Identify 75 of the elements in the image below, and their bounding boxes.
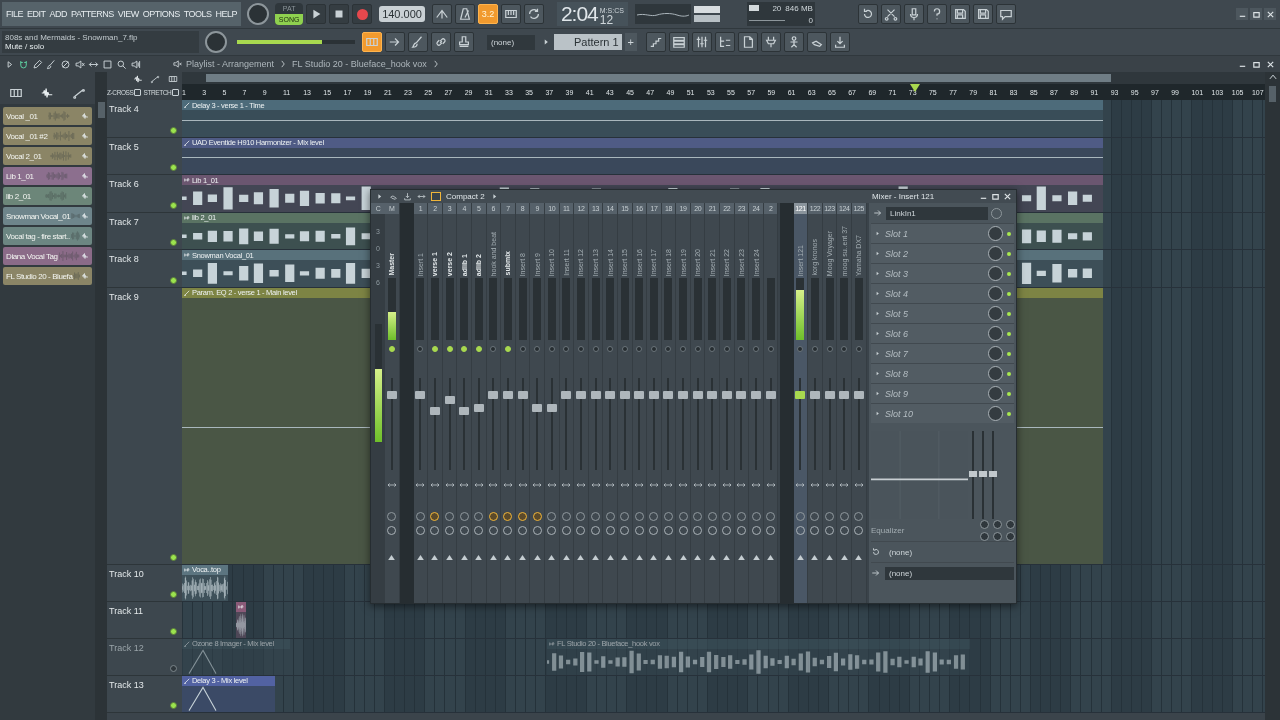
slot-name: Slot 2 [885, 248, 909, 259]
menu-item[interactable]: FILE [6, 9, 23, 19]
clip-source-name: Vocal tag - fire start.. [6, 231, 70, 241]
slot-name: Slot 9 [885, 388, 909, 399]
menu-item[interactable]: VIEW [117, 9, 139, 19]
effect-slot[interactable]: Slot 5 [871, 303, 1014, 323]
breadcrumb[interactable]: FL Studio 20 - Blueface_hook vox [292, 59, 427, 69]
clip-source-name: Vocal _01 #2 [6, 131, 48, 141]
voice-count: 0 [808, 15, 813, 25]
effect-slot[interactable]: Slot 2 [871, 243, 1014, 263]
snap-dropdown[interactable]: (none) [487, 34, 535, 50]
pattern-selector[interactable]: Pattern 1 [554, 34, 622, 50]
memory-usage: 846 MB [785, 3, 813, 13]
slot-name: Slot 6 [885, 328, 909, 339]
clip-source-name: Lib 1_01 [6, 171, 34, 181]
track-name: Track 5 [109, 141, 139, 152]
track-name: Track 13 [109, 679, 144, 690]
menu-item[interactable]: TOOLS [183, 9, 212, 19]
menu-item[interactable]: EDIT [27, 9, 46, 19]
clip-source-name: Snowman Vocal_01 [6, 211, 71, 221]
clip-source[interactable]: Vocal 2_01 [3, 147, 92, 165]
insert-title: Mixer - Insert 121 [872, 192, 935, 201]
menu-item[interactable]: HELP [215, 9, 238, 19]
clip-source[interactable]: Snowman Vocal_01 [3, 207, 92, 225]
clip-source-name: Diana Vocal Tag [6, 251, 58, 261]
tempo-field[interactable]: 140.000 [379, 6, 425, 22]
clip-source[interactable]: Vocal _01 #2 [3, 127, 92, 145]
track-name: Track 7 [109, 216, 139, 227]
slot-name: Slot 5 [885, 308, 909, 319]
add-pattern-button[interactable]: + [624, 33, 637, 51]
clip-source[interactable]: lib 2_01 [3, 187, 92, 205]
clip-source-name: FL Studio 20 - Bluefa [6, 271, 73, 281]
clip-source-name: lib 2_01 [6, 191, 31, 201]
hint-text: Mute / solo [5, 42, 46, 51]
slot-name: Slot 1 [885, 228, 909, 239]
mixer-layout-name[interactable]: Compact 2 [446, 192, 485, 201]
effect-slot[interactable]: Slot 4 [871, 283, 1014, 303]
effect-slot[interactable]: Slot 9 [871, 383, 1014, 403]
hint-title: 808s and Mermaids - Snowman_7.flp [5, 33, 139, 42]
clip-source[interactable]: FL Studio 20 - Bluefa [3, 267, 92, 285]
effect-slot[interactable]: Slot 7 [871, 343, 1014, 363]
slot-name: Slot 4 [885, 288, 909, 299]
menu-item[interactable]: PATTERNS [71, 9, 114, 19]
clock-fraction: 12 [599, 14, 615, 26]
clock-time: 2:04 [560, 2, 598, 26]
clip-source-name: Vocal 2_01 [6, 151, 42, 161]
clip-source[interactable]: Vocal _01 [3, 107, 92, 125]
input-selector[interactable]: LinkIn1 [886, 206, 988, 220]
track-name: Track 9 [109, 291, 139, 302]
effect-slot[interactable]: Slot 3 [871, 263, 1014, 283]
track-name: Track 6 [109, 179, 139, 190]
output-selector[interactable]: (none) [885, 566, 1014, 580]
breadcrumb[interactable]: Playlist - Arrangement [186, 59, 275, 69]
effect-slot[interactable]: Slot 1 [871, 223, 1014, 243]
track-name: Track 4 [109, 104, 139, 114]
slot-name: Slot 8 [885, 368, 909, 379]
slot-name: Slot 3 [885, 268, 909, 279]
slot-name: Slot 7 [885, 348, 909, 359]
track-name: Track 10 [109, 568, 144, 579]
clip-source[interactable]: Lib 1_01 [3, 167, 92, 185]
track-name: Track 12 [109, 642, 144, 653]
menu-item[interactable]: ADD [49, 9, 68, 19]
track-name: Track 8 [109, 254, 139, 265]
menu-item[interactable]: OPTIONS [142, 9, 180, 19]
track-name: Track 11 [109, 605, 143, 616]
effect-slot[interactable]: Slot 10 [871, 403, 1014, 423]
effect-slot[interactable]: Slot 8 [871, 363, 1014, 383]
eq-label: Equalizer [871, 525, 905, 535]
effect-slot[interactable]: Slot 6 [871, 323, 1014, 343]
polyphony-count: 20 [772, 3, 782, 13]
slot-name: Slot 10 [885, 408, 915, 419]
clip-source[interactable]: Vocal tag - fire start.. [3, 227, 92, 245]
clip-source[interactable]: Diana Vocal Tag [3, 247, 92, 265]
clip-source-name: Vocal _01 [6, 111, 38, 121]
output-selector[interactable]: (none) [885, 545, 1014, 559]
